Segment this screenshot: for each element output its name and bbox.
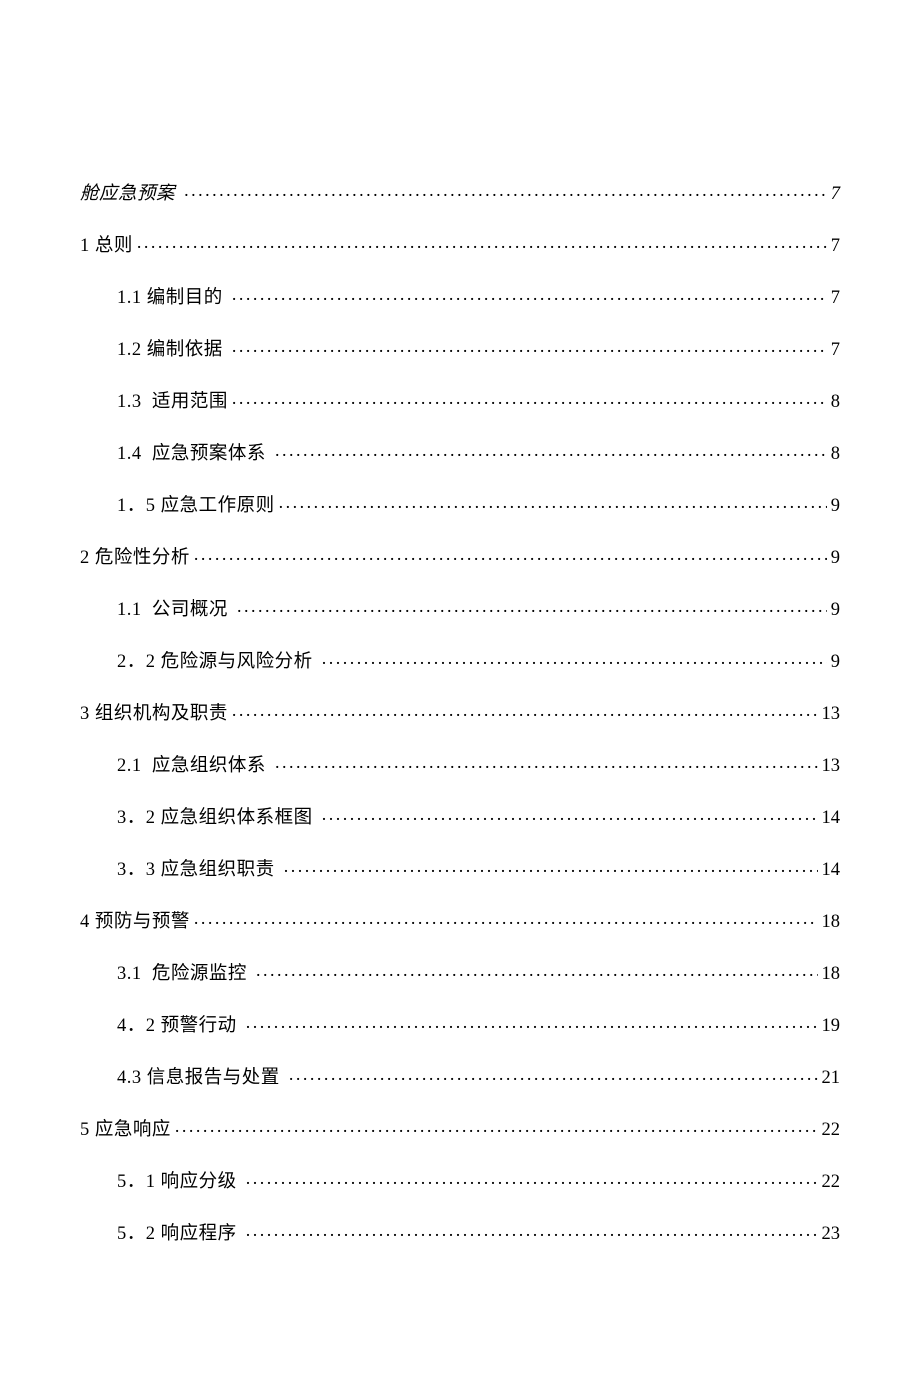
toc-leader-dots bbox=[184, 180, 827, 199]
toc-entry-page: 7 bbox=[831, 237, 840, 256]
toc-entry-page: 14 bbox=[822, 861, 841, 880]
toc-entry[interactable]: 3．3 应急组织职责 14 bbox=[80, 856, 840, 879]
toc-leader-dots bbox=[246, 1220, 818, 1239]
toc-leader-dots bbox=[232, 284, 827, 303]
toc-leader-dots bbox=[246, 1012, 818, 1031]
toc-entry-page: 8 bbox=[831, 393, 840, 412]
toc-entry-title: 5．2 响应程序 bbox=[117, 1225, 242, 1244]
toc-leader-dots bbox=[232, 388, 827, 407]
toc-entry-title: 3．2 应急组织体系框图 bbox=[117, 809, 318, 828]
toc-leader-dots bbox=[232, 336, 827, 355]
toc-entry-title: 4．2 预警行动 bbox=[117, 1017, 242, 1036]
toc-leader-dots bbox=[322, 648, 827, 667]
toc-leader-dots bbox=[275, 440, 827, 459]
toc-entry[interactable]: 1.1 编制目的 7 bbox=[80, 284, 840, 307]
toc-entry-page: 19 bbox=[822, 1017, 841, 1036]
toc-entry-page: 22 bbox=[822, 1121, 841, 1140]
toc-leader-dots bbox=[232, 700, 818, 719]
toc-entry[interactable]: 5．1 响应分级 22 bbox=[80, 1168, 840, 1191]
toc-entry[interactable]: 1.1 公司概况 9 bbox=[80, 596, 840, 619]
toc-entry[interactable]: 4．2 预警行动 19 bbox=[80, 1012, 840, 1035]
toc-entry[interactable]: 5 应急响应 22 bbox=[80, 1116, 840, 1139]
toc-entry-title: 1.1 公司概况 bbox=[117, 601, 233, 620]
toc-entry[interactable]: 2.1 应急组织体系 13 bbox=[80, 752, 840, 775]
toc-entry-page: 14 bbox=[822, 809, 841, 828]
toc-entry-title: 5 应急响应 bbox=[80, 1121, 171, 1140]
toc-entry-title: 1.2 编制依据 bbox=[117, 341, 228, 360]
toc-entry-page: 21 bbox=[822, 1069, 841, 1088]
toc-entry-title: 1.3 适用范围 bbox=[117, 393, 228, 412]
toc-leader-dots bbox=[275, 752, 817, 771]
toc-entry-page: 9 bbox=[831, 601, 840, 620]
toc-entry-page: 9 bbox=[831, 653, 840, 672]
toc-entry-page: 22 bbox=[822, 1173, 841, 1192]
toc-entry-page: 9 bbox=[831, 549, 840, 568]
toc-entry-page: 18 bbox=[822, 965, 841, 984]
toc-entry-title: 4.3 信息报告与处置 bbox=[117, 1069, 285, 1088]
toc-entry[interactable]: 5．2 响应程序 23 bbox=[80, 1220, 840, 1243]
toc-entry-title: 5．1 响应分级 bbox=[117, 1173, 242, 1192]
toc-entry-page: 23 bbox=[822, 1225, 841, 1244]
toc-leader-dots bbox=[194, 908, 818, 927]
toc-entry-title: 3．3 应急组织职责 bbox=[117, 861, 280, 880]
toc-leader-dots bbox=[137, 232, 827, 251]
toc-entry[interactable]: 1 总则 7 bbox=[80, 232, 840, 255]
toc-leader-dots bbox=[284, 856, 818, 875]
toc-entry-title: 1.1 编制目的 bbox=[117, 289, 228, 308]
toc-entry-page: 8 bbox=[831, 445, 840, 464]
toc-leader-dots bbox=[322, 804, 818, 823]
toc-entry-title: 4 预防与预警 bbox=[80, 913, 190, 932]
toc-entry-page: 9 bbox=[831, 497, 840, 516]
toc-entry-page: 13 bbox=[822, 757, 841, 776]
toc-entry-title: 1．5 应急工作原则 bbox=[117, 497, 275, 516]
toc-leader-dots bbox=[194, 544, 827, 563]
toc-entry-page: 7 bbox=[831, 341, 840, 360]
toc-entry[interactable]: 4 预防与预警 18 bbox=[80, 908, 840, 931]
toc-entry-title: 1.4 应急预案体系 bbox=[117, 445, 271, 464]
toc-entry-page: 18 bbox=[822, 913, 841, 932]
toc-entry[interactable]: 1.4 应急预案体系 8 bbox=[80, 440, 840, 463]
toc-entry-title: 2 危险性分析 bbox=[80, 549, 190, 568]
toc-leader-dots bbox=[237, 596, 827, 615]
toc-leader-dots bbox=[256, 960, 817, 979]
toc-entry[interactable]: 舱应急预案 7 bbox=[80, 180, 840, 203]
toc-entry-page: 7 bbox=[831, 185, 840, 204]
toc-leader-dots bbox=[289, 1064, 818, 1083]
toc-leader-dots bbox=[246, 1168, 818, 1187]
toc-entry[interactable]: 4.3 信息报告与处置 21 bbox=[80, 1064, 840, 1087]
toc-entry[interactable]: 1．5 应急工作原则 9 bbox=[80, 492, 840, 515]
toc-leader-dots bbox=[175, 1116, 818, 1135]
toc-entry[interactable]: 3．2 应急组织体系框图 14 bbox=[80, 804, 840, 827]
toc-entry-title: 3.1 危险源监控 bbox=[117, 965, 252, 984]
toc-entry-title: 2.1 应急组织体系 bbox=[117, 757, 271, 776]
toc-leader-dots bbox=[279, 492, 827, 511]
toc-entry-title: 2．2 危险源与风险分析 bbox=[117, 653, 318, 672]
toc-entry-title: 舱应急预案 bbox=[80, 185, 180, 204]
toc-entry-title: 1 总则 bbox=[80, 237, 133, 256]
toc-entry[interactable]: 1.3 适用范围 8 bbox=[80, 388, 840, 411]
table-of-contents: 舱应急预案 71 总则 71.1 编制目的 71.2 编制依据 71.3 适用范… bbox=[80, 180, 840, 1243]
toc-entry-title: 3 组织机构及职责 bbox=[80, 705, 228, 724]
toc-entry[interactable]: 2．2 危险源与风险分析 9 bbox=[80, 648, 840, 671]
toc-entry[interactable]: 2 危险性分析 9 bbox=[80, 544, 840, 567]
toc-entry-page: 7 bbox=[831, 289, 840, 308]
toc-entry-page: 13 bbox=[822, 705, 841, 724]
toc-entry[interactable]: 3.1 危险源监控 18 bbox=[80, 960, 840, 983]
toc-entry[interactable]: 1.2 编制依据 7 bbox=[80, 336, 840, 359]
document-page: 舱应急预案 71 总则 71.1 编制目的 71.2 编制依据 71.3 适用范… bbox=[0, 0, 920, 1392]
toc-entry[interactable]: 3 组织机构及职责 13 bbox=[80, 700, 840, 723]
